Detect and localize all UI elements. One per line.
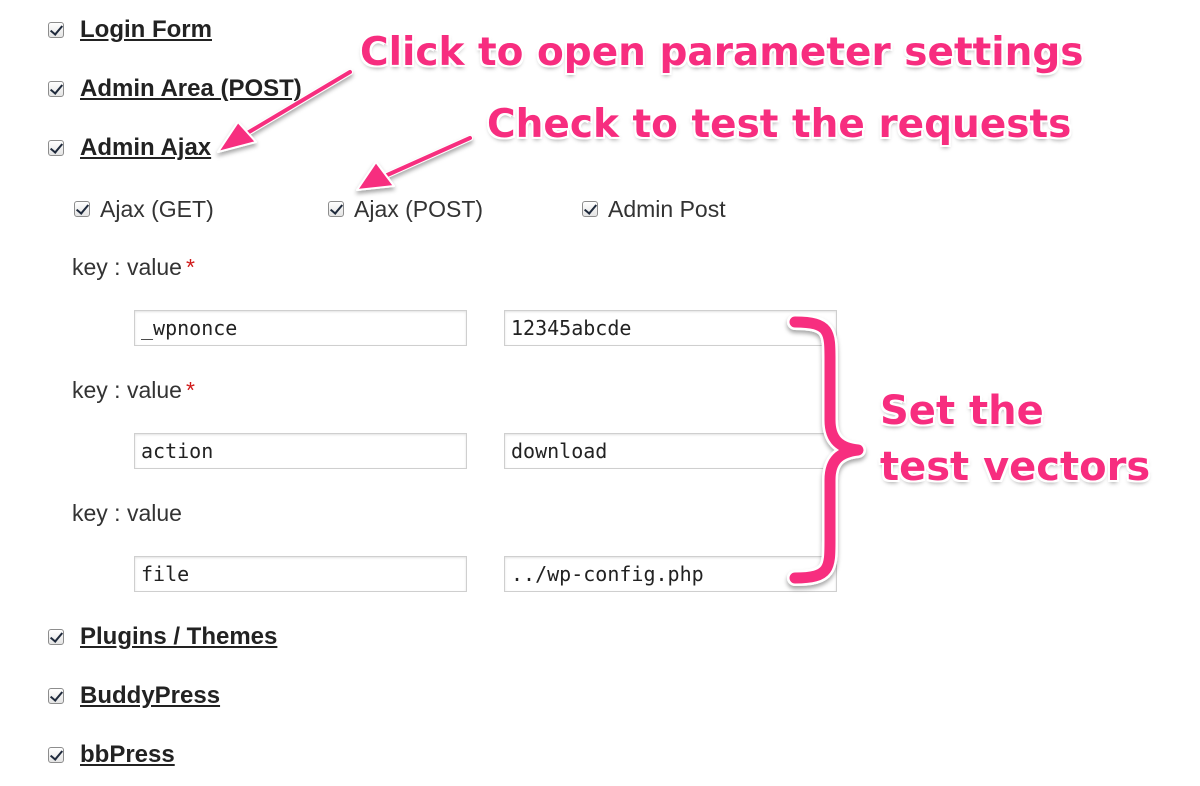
annotation-open-settings: Click to open parameter settings [360, 30, 1084, 75]
arrow-open-settings [217, 69, 353, 153]
annotation-set-the: Set the [880, 388, 1044, 434]
annotation-test-vectors: test vectors [880, 444, 1151, 490]
annotation-check-requests: Check to test the requests [487, 102, 1072, 147]
arrow-check-requests [356, 135, 473, 191]
